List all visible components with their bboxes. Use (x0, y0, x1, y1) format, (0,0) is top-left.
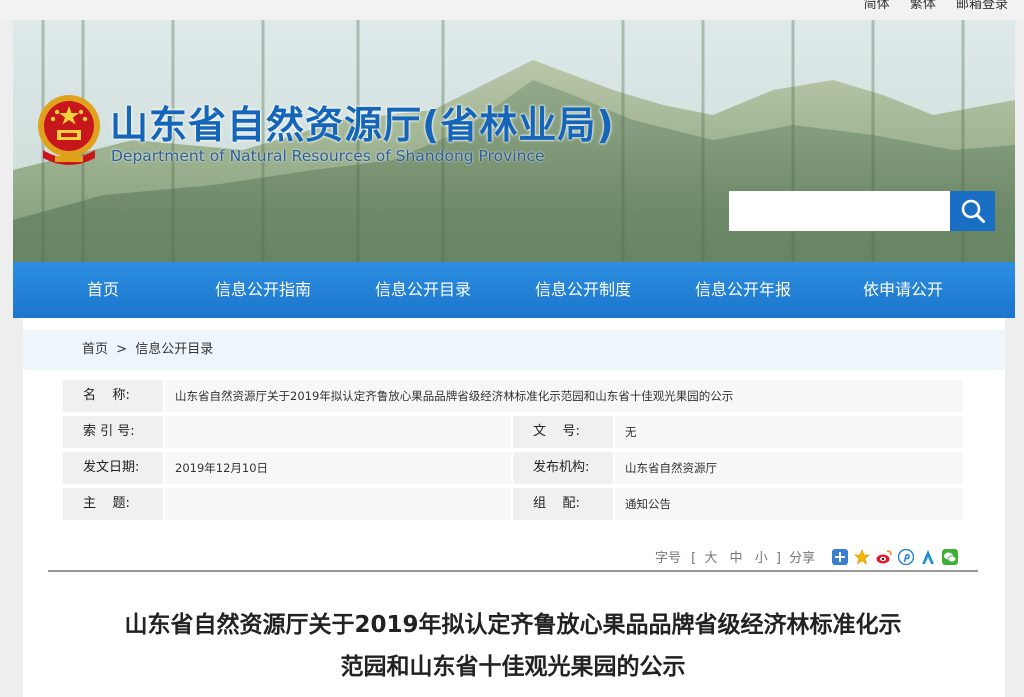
font-small-button[interactable]: 小 (755, 551, 768, 566)
font-size-label: 字号 (655, 551, 682, 566)
national-emblem-icon (38, 95, 100, 165)
plus-share-icon[interactable] (832, 549, 848, 565)
qzone-icon[interactable] (854, 549, 870, 565)
bracket-close: ] (775, 551, 781, 566)
bracket-open: [ (691, 551, 697, 566)
nav-item-annual-report[interactable]: 信息公开年报 (683, 262, 803, 318)
meta-row-date: 发文日期: 2019年12月10日 发布机构: 山东省自然资源厅 (63, 452, 963, 484)
article-title-line1: 山东省自然资源厅关于2019年拟认定齐鲁放心果品品牌省级经济林标准化示 (124, 612, 902, 638)
breadcrumb-separator: > (116, 342, 128, 357)
nav-item-guide[interactable]: 信息公开指南 (203, 262, 323, 318)
breadcrumb-bar: 首页 > 信息公开目录 (23, 330, 1005, 370)
simplified-chinese-link[interactable]: 简体 (864, 0, 890, 12)
nav-item-application[interactable]: 依申请公开 (853, 262, 953, 318)
weibo-icon[interactable] (876, 549, 892, 565)
meta-value-topic (165, 488, 511, 520)
site-subtitle: Department of Natural Resources of Shand… (111, 147, 545, 165)
meta-label-docno: 文 号: (513, 416, 613, 448)
breadcrumb-current-link[interactable]: 信息公开目录 (135, 342, 213, 357)
font-large-button[interactable]: 大 (704, 551, 717, 566)
meta-value-docno: 无 (615, 416, 963, 448)
search-icon (961, 199, 985, 223)
page-tools: 字号 [ 大 中 小 ] 分享 (655, 547, 815, 566)
breadcrumb: 首页 > 信息公开目录 (82, 342, 213, 358)
mail-login-link[interactable]: 邮箱登录 (956, 0, 1008, 12)
search-button[interactable] (950, 191, 995, 231)
breadcrumb-home-link[interactable]: 首页 (82, 342, 108, 357)
search-input[interactable] (729, 191, 950, 231)
meta-label-date: 发文日期: (63, 452, 163, 484)
meta-row-index: 索 引 号: 文 号: 无 (63, 416, 963, 448)
meta-label-index: 索 引 号: (63, 416, 163, 448)
content-panel: 首页 > 信息公开目录 名 称: 山东省自然资源厅关于2019年拟认定齐鲁放心果… (23, 318, 1005, 697)
meta-value-date: 2019年12月10日 (165, 452, 511, 484)
meta-label-topic: 主 题: (63, 488, 163, 520)
nav-item-catalog[interactable]: 信息公开目录 (363, 262, 483, 318)
header-banner: 山东省自然资源厅(省林业局) Department of Natural Res… (13, 20, 1015, 262)
nav-item-system[interactable]: 信息公开制度 (523, 262, 643, 318)
meta-row-name: 名 称: 山东省自然资源厅关于2019年拟认定齐鲁放心果品品牌省级经济林标准化示… (63, 380, 963, 412)
pinterest-icon[interactable] (898, 549, 914, 565)
content-divider (48, 570, 978, 572)
meta-value-name: 山东省自然资源厅关于2019年拟认定齐鲁放心果品品牌省级经济林标准化示范园和山东… (165, 380, 963, 412)
meta-value-index (165, 416, 511, 448)
font-medium-button[interactable]: 中 (730, 551, 743, 566)
tencent-weibo-icon[interactable] (920, 549, 936, 565)
top-utility-bar: 简体 繁体 邮箱登录 (0, 0, 1024, 20)
article-title-line2: 范园和山东省十佳观光果园的公示 (340, 654, 686, 680)
article-title: 山东省自然资源厅关于2019年拟认定齐鲁放心果品品牌省级经济林标准化示 范园和山… (83, 604, 943, 688)
meta-label-org: 发布机构: (513, 452, 613, 484)
nav-item-home[interactable]: 首页 (73, 262, 133, 318)
meta-label-category: 组 配: (513, 488, 613, 520)
top-links: 简体 繁体 邮箱登录 (848, 0, 1008, 12)
meta-value-category: 通知公告 (615, 488, 963, 520)
meta-value-org: 山东省自然资源厅 (615, 452, 963, 484)
main-nav: 首页 信息公开指南 信息公开目录 信息公开制度 信息公开年报 依申请公开 (13, 262, 1015, 318)
wechat-icon[interactable] (942, 549, 958, 565)
site-title: 山东省自然资源厅(省林业局) (110, 103, 615, 147)
meta-row-topic: 主 题: 组 配: 通知公告 (63, 488, 963, 520)
share-label: 分享 (789, 551, 816, 566)
meta-label-name: 名 称: (63, 380, 163, 412)
traditional-chinese-link[interactable]: 繁体 (910, 0, 936, 12)
